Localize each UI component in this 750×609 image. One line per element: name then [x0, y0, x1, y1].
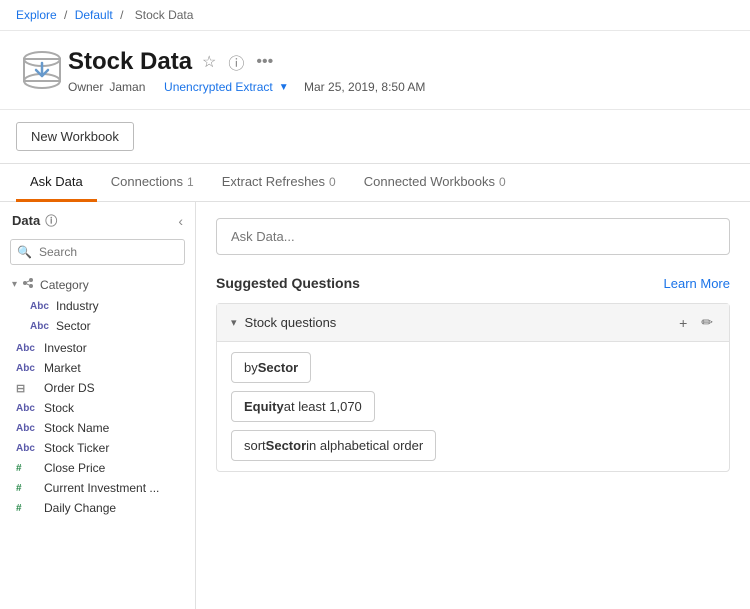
type-hash-icon: #	[16, 483, 38, 494]
breadcrumb-current: Stock Data	[135, 8, 194, 22]
tree-item-industry[interactable]: Abc Industry	[8, 296, 195, 316]
tab-extract-refreshes[interactable]: Extract Refreshes0	[208, 164, 350, 202]
category-chevron-icon: ▾	[12, 279, 17, 290]
type-abc-icon: Abc	[16, 363, 38, 374]
questions-group-header[interactable]: ▾ Stock questions + ✏	[217, 304, 729, 342]
breadcrumb-explore[interactable]: Explore	[16, 8, 57, 22]
breadcrumb-sep1: /	[64, 8, 71, 22]
tree-item-sector-label: Sector	[56, 319, 91, 333]
question-2-prefix: sort	[244, 438, 266, 453]
sidebar-item-stock[interactable]: Abc Stock	[8, 398, 195, 418]
category-group-label: Category	[40, 278, 89, 292]
sidebar-info-icon[interactable]: ⓘ	[45, 212, 57, 229]
type-hash-icon: #	[16, 503, 38, 514]
question-0-bold: Sector	[258, 360, 298, 375]
sidebar-collapse-button[interactable]: ‹	[178, 213, 183, 229]
type-abc-icon: Abc	[30, 301, 50, 312]
sidebar-item-current-investment[interactable]: # Current Investment ...	[8, 478, 195, 498]
tab-connections[interactable]: Connections1	[97, 164, 208, 202]
new-workbook-button[interactable]: New Workbook	[16, 122, 134, 151]
new-workbook-area: New Workbook	[0, 110, 750, 164]
questions-group-actions: + ✏	[677, 314, 715, 331]
page-title: Stock Data	[68, 48, 192, 76]
category-group-header[interactable]: ▾ Category	[8, 273, 195, 296]
category-group-icon	[21, 276, 35, 293]
main-content: Data ⓘ ‹ 🔍 ▾ Category Abc	[0, 202, 750, 609]
question-0-prefix: by	[244, 360, 258, 375]
search-input[interactable]	[10, 239, 185, 265]
owner-name: Jaman	[109, 80, 145, 94]
sidebar: Data ⓘ ‹ 🔍 ▾ Category Abc	[0, 202, 196, 609]
header-date: Mar 25, 2019, 8:50 AM	[304, 80, 425, 94]
extract-dropdown-icon[interactable]: ▼	[279, 82, 289, 93]
sidebar-item-market[interactable]: Abc Market	[8, 358, 195, 378]
owner-label: Owner	[68, 80, 103, 94]
type-abc-icon: Abc	[30, 321, 50, 332]
sidebar-item-daily-change[interactable]: # Daily Change	[8, 498, 195, 518]
type-abc-icon: Abc	[16, 403, 38, 414]
more-button[interactable]: •••	[254, 51, 275, 73]
sidebar-header: Data ⓘ ‹	[0, 202, 195, 235]
sidebar-item-stock-name[interactable]: Abc Stock Name	[8, 418, 195, 438]
main-panel: Suggested Questions Learn More ▾ Stock q…	[196, 202, 750, 609]
breadcrumb-sep2: /	[120, 8, 127, 22]
page-header: Stock Data ☆ ⓘ ••• Owner Jaman Unencrypt…	[0, 31, 750, 110]
suggested-section: Suggested Questions Learn More ▾ Stock q…	[216, 275, 730, 472]
datasource-icon	[16, 45, 68, 97]
tab-connected-workbooks[interactable]: Connected Workbooks0	[350, 164, 520, 202]
add-question-button[interactable]: +	[677, 315, 689, 331]
edit-question-button[interactable]: ✏	[699, 314, 715, 331]
question-item-0[interactable]: by Sector	[231, 352, 311, 383]
type-db-icon: ⊟	[16, 382, 38, 395]
ask-data-input[interactable]	[216, 218, 730, 255]
tab-ask-data[interactable]: Ask Data	[16, 164, 97, 202]
type-hash-icon: #	[16, 463, 38, 474]
group-chevron-icon: ▾	[231, 316, 237, 329]
search-icon: 🔍	[17, 245, 32, 259]
tree-item-sector[interactable]: Abc Sector	[8, 316, 195, 336]
questions-group-label: Stock questions	[245, 315, 337, 330]
sidebar-item-investor[interactable]: Abc Investor	[8, 338, 195, 358]
question-item-1[interactable]: Equity at least 1,070	[231, 391, 375, 422]
question-items: by Sector Equity at least 1,070 sort Sec…	[217, 342, 729, 471]
type-abc-icon: Abc	[16, 443, 38, 454]
question-2-suffix: in alphabetical order	[306, 438, 423, 453]
star-button[interactable]: ☆	[200, 50, 218, 74]
question-1-bold: Equity	[244, 399, 284, 414]
title-row: Stock Data ☆ ⓘ •••	[68, 48, 734, 76]
search-box: 🔍	[10, 239, 185, 265]
tabs-bar: Ask Data Connections1 Extract Refreshes0…	[0, 164, 750, 202]
header-info: Stock Data ☆ ⓘ ••• Owner Jaman Unencrypt…	[68, 48, 734, 94]
breadcrumb: Explore / Default / Stock Data	[0, 0, 750, 31]
suggested-header: Suggested Questions Learn More	[216, 275, 730, 291]
header-meta: Owner Jaman Unencrypted Extract ▼ Mar 25…	[68, 80, 734, 94]
question-2-bold: Sector	[266, 438, 306, 453]
learn-more-link[interactable]: Learn More	[664, 276, 730, 291]
tree-item-industry-label: Industry	[56, 299, 99, 313]
question-1-suffix: at least 1,070	[284, 399, 362, 414]
question-item-2[interactable]: sort Sector in alphabetical order	[231, 430, 436, 461]
sidebar-item-stock-ticker[interactable]: Abc Stock Ticker	[8, 438, 195, 458]
questions-group: ▾ Stock questions + ✏ by Sector Eq	[216, 303, 730, 472]
extract-link[interactable]: Unencrypted Extract	[164, 80, 273, 94]
suggested-title: Suggested Questions	[216, 275, 360, 291]
category-group: ▾ Category Abc Industry Abc Sector	[8, 273, 195, 336]
questions-group-title: ▾ Stock questions	[231, 315, 336, 330]
sidebar-item-close-price[interactable]: # Close Price	[8, 458, 195, 478]
type-abc-icon: Abc	[16, 423, 38, 434]
type-abc-icon: Abc	[16, 343, 38, 354]
sidebar-title: Data ⓘ	[12, 212, 57, 229]
info-button[interactable]: ⓘ	[226, 48, 246, 76]
breadcrumb-default[interactable]: Default	[75, 8, 113, 22]
data-tree: ▾ Category Abc Industry Abc Sector Abc	[0, 273, 195, 518]
sidebar-item-order-ds[interactable]: ⊟ Order DS	[8, 378, 195, 398]
